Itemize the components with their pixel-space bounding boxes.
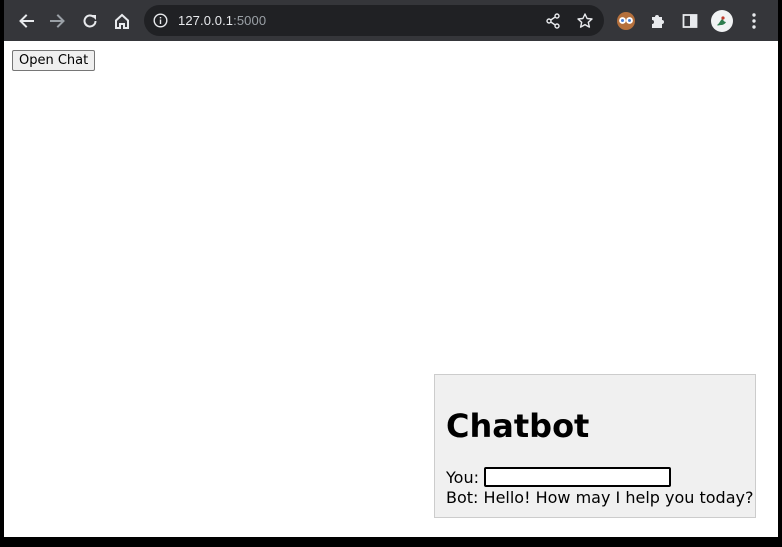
chat-title: Chatbot [446,407,590,445]
browser-toolbar: 127.0.0.1:5000 [4,0,778,41]
url-host: 127.0.0.1 [178,13,234,28]
sidebar-icon[interactable] [677,8,703,34]
you-label: You: [446,467,479,487]
back-arrow-icon[interactable] [13,8,39,34]
browser-window: 127.0.0.1:5000 Open Chat Chatbot You: Bo… [4,0,778,537]
share-icon[interactable] [544,12,562,30]
url-text[interactable]: 127.0.0.1:5000 [178,13,266,28]
extension-owl-icon[interactable] [613,8,639,34]
url-port: :5000 [233,13,267,28]
bot-message: Hello! How may I help you today? [483,488,754,507]
kebab-menu-icon[interactable] [741,8,767,34]
open-chat-button[interactable]: Open Chat [12,50,96,71]
reload-icon[interactable] [77,8,103,34]
forward-arrow-icon[interactable] [45,8,71,34]
puzzle-icon[interactable] [645,8,671,34]
bot-message-row: Bot: Hello! How may I help you today? [446,488,753,507]
page-viewport: Open Chat Chatbot You: Bot: Hello! How m… [4,41,778,537]
user-input-row: You: [446,467,671,487]
info-icon[interactable] [153,13,168,28]
bot-label: Bot: [446,488,479,507]
address-bar[interactable]: 127.0.0.1:5000 [144,5,604,36]
chat-panel: Chatbot You: Bot: Hello! How may I help … [434,374,756,518]
home-icon[interactable] [109,8,135,34]
profile-avatar[interactable] [709,8,735,34]
star-icon[interactable] [576,12,594,30]
chat-input[interactable] [483,467,671,487]
